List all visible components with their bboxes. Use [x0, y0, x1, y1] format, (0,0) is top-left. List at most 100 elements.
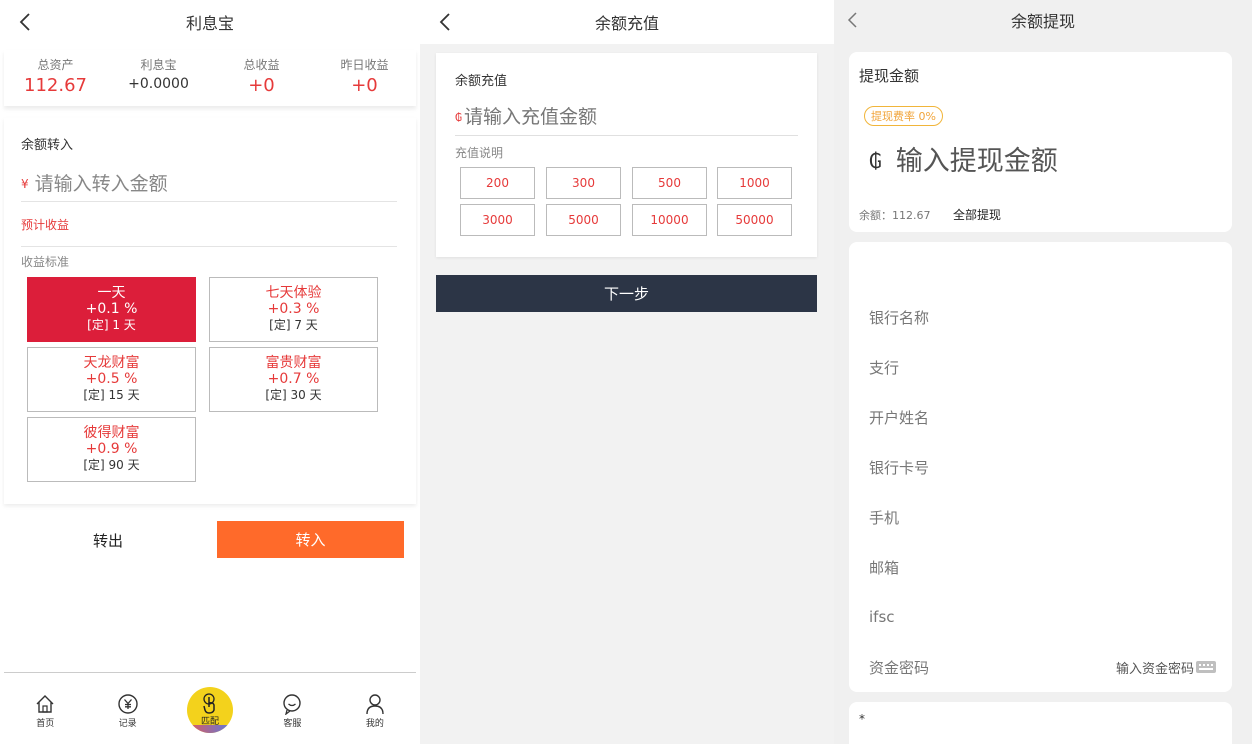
currency-symbol: ₲ [869, 149, 882, 173]
amount-chip[interactable]: 500 [632, 167, 707, 199]
account-name-field[interactable]: 开户姓名 [869, 405, 1216, 429]
plan-option[interactable]: 天龙财富 +0.5 % [定] 15 天 [27, 347, 196, 412]
phone-field[interactable]: 手机 [869, 505, 1216, 529]
back-button[interactable] [844, 10, 864, 30]
field-label: 资金密码 [869, 658, 930, 677]
match-button[interactable]: 匹配 [187, 687, 234, 733]
plan-name: 天龙财富 [83, 355, 140, 371]
yen-circle-icon [117, 693, 139, 715]
balance-text: 余额：112.67 [859, 209, 931, 222]
field-label: 邮箱 [869, 558, 900, 577]
divider [21, 246, 397, 247]
home-icon [34, 693, 56, 715]
tab-service[interactable]: 客服 [251, 673, 333, 744]
header: 利息宝 [0, 0, 420, 44]
field-label: 手机 [869, 508, 900, 527]
chevron-left-icon [847, 12, 857, 28]
amount-chip[interactable]: 200 [460, 167, 535, 199]
withdraw-amount-input[interactable] [895, 145, 1196, 177]
notice-card: * [849, 702, 1232, 744]
amount-field: ₲ [869, 140, 1219, 182]
field-label: 银行名称 [869, 308, 930, 327]
tab-match[interactable]: 匹配 [169, 673, 251, 744]
transfer-card: 余额转入 ¥ 预计收益 收益标准 一天 +0.1 % [定] 1 天 七天体验 … [4, 118, 416, 504]
amount-chip[interactable]: 3000 [460, 204, 535, 236]
password-placeholder: 输入资金密码 [1115, 661, 1194, 677]
tab-mine[interactable]: 我的 [334, 673, 416, 744]
tab-home[interactable]: 首页 [4, 673, 86, 744]
plan-option[interactable]: 彼得财富 +0.9 % [定] 90 天 [27, 417, 196, 482]
amount-chip[interactable]: 50000 [717, 204, 792, 236]
plan-option[interactable]: 一天 +0.1 % [定] 1 天 [27, 277, 196, 342]
balance-recharge-screen: 余额充值 余额充值 ₲ 充值说明 200 300 500 1000 3000 5… [420, 0, 834, 744]
password-input[interactable]: 输入资金密码 [1116, 658, 1216, 677]
field-label: 支行 [869, 358, 900, 377]
stat-value: +0 [351, 75, 378, 96]
page-title: 余额提现 [1010, 12, 1075, 31]
tap-hand-icon [203, 693, 215, 714]
section-title: 余额转入 [21, 138, 74, 153]
card-number-field[interactable]: 银行卡号 [869, 455, 1216, 479]
transfer-amount-input[interactable] [34, 172, 375, 195]
plan-term: [定] 1 天 [87, 318, 136, 332]
plan-option[interactable]: 七天体验 +0.3 % [定] 7 天 [209, 277, 378, 342]
stat-value: +0.0000 [128, 76, 189, 92]
stat-value: 112.67 [24, 75, 87, 96]
plan-term: [定] 30 天 [265, 388, 322, 402]
amount-chip[interactable]: 1000 [717, 167, 792, 199]
plan-term: [定] 15 天 [83, 388, 140, 402]
withdraw-all-link[interactable]: 全部提现 [953, 206, 1001, 223]
balance-withdraw-screen: 余额提现 提现金额 提现费率 0% ₲ 余额：112.67 全部提现 银行名称 … [834, 0, 1252, 744]
ifsc-field[interactable]: ifsc [869, 605, 1216, 629]
header: 余额充值 [420, 0, 834, 44]
branch-field[interactable]: 支行 [869, 355, 1216, 379]
asset-stats: 总资产 112.67 利息宝 +0.0000 总收益 +0 昨日收益 +0 [4, 50, 416, 106]
plan-name: 一天 [97, 285, 126, 301]
amount-chip[interactable]: 300 [546, 167, 621, 199]
transfer-out-button[interactable]: 转出 [28, 522, 188, 558]
recharge-amount-input[interactable] [464, 106, 784, 128]
recharge-note: 充值说明 [455, 146, 504, 160]
bank-name-field[interactable]: 银行名称 [869, 305, 1216, 329]
stat-label: 昨日收益 [340, 58, 389, 72]
amount-chip[interactable]: 5000 [546, 204, 621, 236]
amount-chip[interactable]: 10000 [632, 204, 707, 236]
interest-treasure-screen: 利息宝 总资产 112.67 利息宝 +0.0000 总收益 +0 昨日收益 +… [0, 0, 420, 744]
back-button[interactable] [436, 12, 456, 32]
plan-rate: +0.9 % [85, 441, 138, 457]
field-label: 银行卡号 [869, 458, 930, 477]
plan-rate: +0.7 % [267, 371, 320, 387]
fund-password-field[interactable]: 资金密码 输入资金密码 [869, 655, 1216, 679]
plan-rate: +0.5 % [85, 371, 138, 387]
stat-label: 利息宝 [140, 58, 177, 72]
plan-rate: +0.1 % [85, 301, 138, 317]
back-button[interactable] [16, 12, 36, 32]
plan-name: 富贵财富 [265, 355, 322, 371]
footnote-mark: * [859, 712, 865, 726]
stat-interest-treasure: 利息宝 +0.0000 [107, 50, 210, 106]
plan-name: 彼得财富 [83, 425, 140, 441]
stat-value: +0 [248, 75, 275, 96]
currency-symbol: ₲ [455, 110, 462, 124]
next-step-button[interactable]: 下一步 [436, 275, 817, 312]
bottom-tab-bar: 首页 记录 匹配 客服 我的 [4, 672, 416, 744]
chevron-left-icon [19, 13, 30, 31]
tab-label: 客服 [283, 719, 302, 729]
field-label: 开户姓名 [869, 408, 930, 427]
plan-term: [定] 7 天 [269, 318, 318, 332]
transfer-in-button[interactable]: 转入 [217, 521, 404, 558]
tab-records[interactable]: 记录 [86, 673, 168, 744]
card-title: 余额充值 [455, 74, 508, 89]
tab-label: 首页 [36, 719, 55, 729]
bank-info-card: 银行名称 支行 开户姓名 银行卡号 手机 邮箱 ifsc 资金密码 输入资金密码 [849, 242, 1232, 692]
fee-rate-badge: 提现费率 0% [864, 106, 943, 126]
withdraw-amount-card: 提现金额 提现费率 0% ₲ 余额：112.67 全部提现 [849, 52, 1232, 232]
tab-label: 记录 [118, 719, 137, 729]
stat-label: 总资产 [37, 58, 74, 72]
plan-rate: +0.3 % [267, 301, 320, 317]
field-label: ifsc [869, 608, 895, 626]
email-field[interactable]: 邮箱 [869, 555, 1216, 579]
yield-standard-label: 收益标准 [21, 255, 70, 269]
page-title: 余额充值 [594, 14, 659, 33]
plan-option[interactable]: 富贵财富 +0.7 % [定] 30 天 [209, 347, 378, 412]
